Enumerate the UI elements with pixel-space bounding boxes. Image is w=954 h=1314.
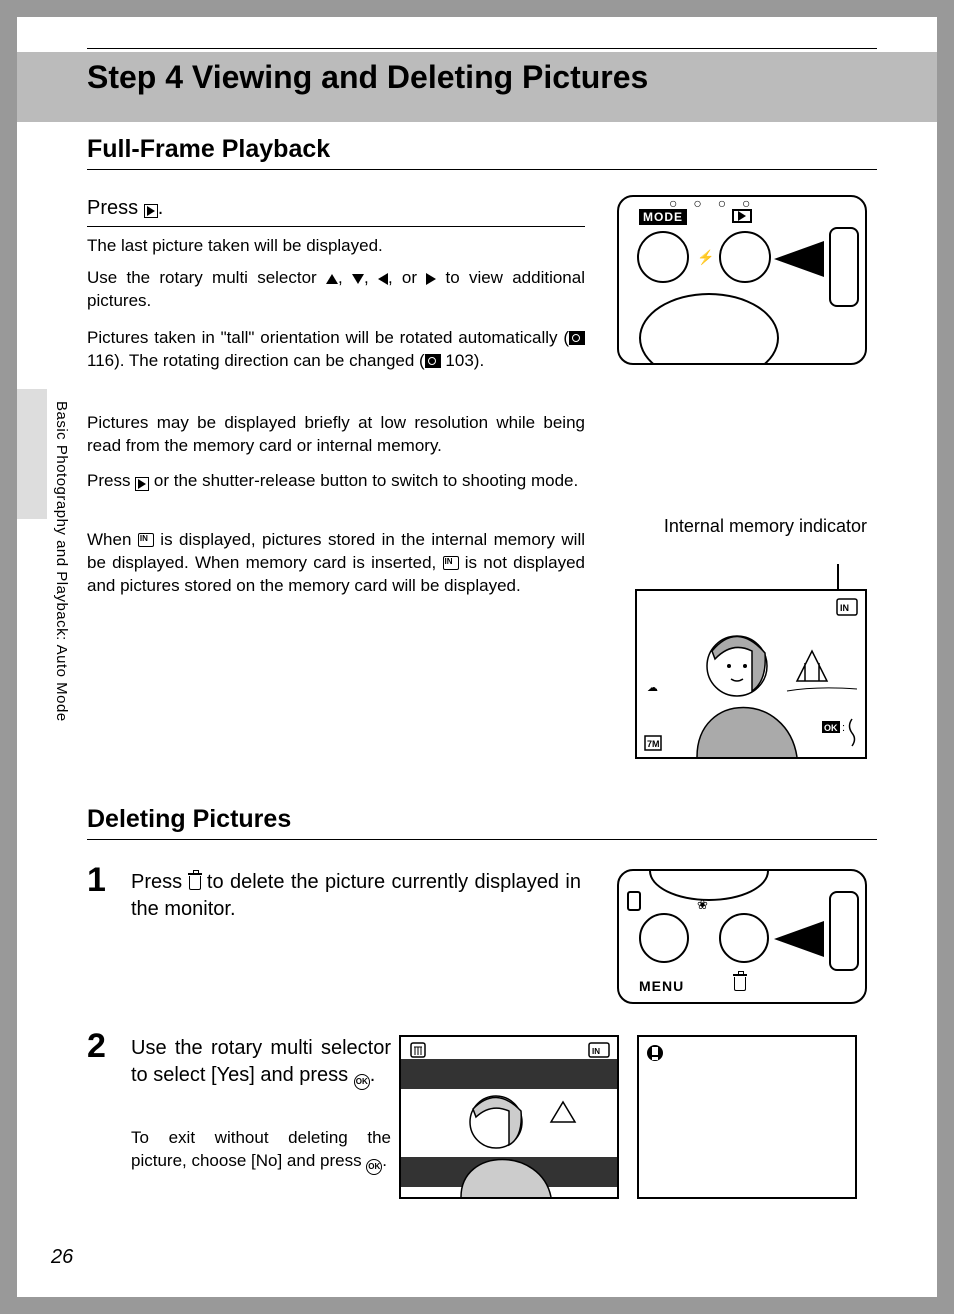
section-heading-fullframe: Full-Frame Playback <box>87 135 330 164</box>
page-title: Step 4 Viewing and Deleting Pictures <box>87 59 648 96</box>
text: . <box>158 197 164 219</box>
right-arrow-icon <box>426 273 436 285</box>
paragraph: The last picture taken will be displayed… <box>87 235 585 258</box>
delete-confirm-screen-a: IN <box>399 1035 619 1199</box>
text: To exit without deleting the picture, ch… <box>131 1128 391 1170</box>
delete-confirm-screen-b <box>637 1035 857 1199</box>
mode-button <box>637 231 689 283</box>
dial-outline <box>649 869 769 901</box>
playback-icon <box>135 477 149 491</box>
instruction-heading: Press . <box>87 197 163 220</box>
internal-memory-icon <box>443 556 459 570</box>
camera-bottom-diagram: ❀ MENU <box>617 869 867 1004</box>
internal-memory-icon <box>138 533 154 547</box>
side-tab-label: Basic Photography and Playback: Auto Mod… <box>53 401 70 722</box>
paragraph: Pictures taken in "tall" orientation wil… <box>87 327 585 373</box>
step-text: Use the rotary multi selector to select … <box>131 1035 391 1090</box>
flash-icon: ⚡ <box>697 249 714 266</box>
step-body-text: To exit without deleting the picture, ch… <box>131 1127 391 1175</box>
text: . <box>382 1151 387 1170</box>
text: . <box>370 1064 376 1086</box>
section-rule <box>87 839 877 840</box>
text: When <box>87 530 138 549</box>
instruction-rule <box>87 226 585 227</box>
strap-lug <box>829 891 859 971</box>
screen-illustration <box>639 1037 855 1197</box>
text: Press <box>87 471 135 490</box>
text: Press <box>87 197 144 219</box>
delete-button <box>719 913 769 963</box>
section-rule <box>87 169 877 170</box>
svg-text:7M: 7M <box>647 739 660 749</box>
svg-text::: : <box>842 722 845 734</box>
manual-page: Basic Photography and Playback: Auto Mod… <box>17 17 937 1297</box>
memory-indicator-label: Internal memory indicator <box>657 516 867 538</box>
pointer-arrow-icon <box>774 241 824 277</box>
page-ref-icon <box>425 354 441 368</box>
text: or the shutter-release button to switch … <box>149 471 578 490</box>
paragraph: Pictures may be displayed briefly at low… <box>87 412 585 458</box>
down-arrow-icon <box>352 274 364 284</box>
camera-top-diagram: ○ ○ ○ ○ MODE ⚡ <box>617 195 867 365</box>
side-tab-bg <box>17 389 47 519</box>
step-text: Press to delete the picture currently di… <box>131 869 581 923</box>
svg-text:☁: ☁ <box>647 682 658 694</box>
trash-label-icon <box>734 976 746 994</box>
text: Press <box>131 871 189 893</box>
paragraph: When is displayed, pictures stored in th… <box>87 529 585 598</box>
text: 116). The rotating direction can be chan… <box>87 351 425 370</box>
port-outline <box>627 891 641 911</box>
section-heading-deleting: Deleting Pictures <box>87 805 291 834</box>
left-arrow-icon <box>378 273 388 285</box>
playback-icon <box>144 204 158 218</box>
page-ref-icon <box>569 331 585 345</box>
step-number: 1 <box>87 861 106 900</box>
playback-screen-illustration: IN ☁ 7M OK : <box>635 589 867 759</box>
svg-text:IN: IN <box>840 603 849 613</box>
playback-button <box>719 231 771 283</box>
mode-label: MODE <box>639 209 687 225</box>
text: Use the rotary multi selector to select … <box>131 1037 391 1086</box>
menu-button <box>639 913 689 963</box>
portrait-illustration: IN ☁ 7M OK : <box>637 591 865 757</box>
screen-illustration: IN <box>401 1037 617 1197</box>
top-rule <box>87 48 877 49</box>
text: 103). <box>441 351 484 370</box>
ok-button-icon <box>354 1074 370 1090</box>
strap-lug <box>829 227 859 307</box>
ok-button-icon <box>366 1159 382 1175</box>
macro-icon: ❀ <box>697 897 708 913</box>
paragraph: Use the rotary multi selector , , , or t… <box>87 267 585 313</box>
text: Use the rotary multi selector <box>87 268 326 287</box>
dial-outline <box>639 293 779 365</box>
step-number: 2 <box>87 1027 106 1066</box>
pointer-arrow-icon <box>774 921 824 957</box>
svg-text:IN: IN <box>592 1047 600 1056</box>
text: Pictures taken in "tall" orientation wil… <box>87 328 569 347</box>
page-number: 26 <box>51 1246 73 1269</box>
paragraph: Press or the shutter-release button to s… <box>87 470 585 493</box>
svg-text:OK: OK <box>824 723 838 733</box>
menu-label: MENU <box>639 978 684 994</box>
trash-icon <box>189 876 201 890</box>
playback-button-label <box>732 209 752 223</box>
up-arrow-icon <box>326 274 338 284</box>
